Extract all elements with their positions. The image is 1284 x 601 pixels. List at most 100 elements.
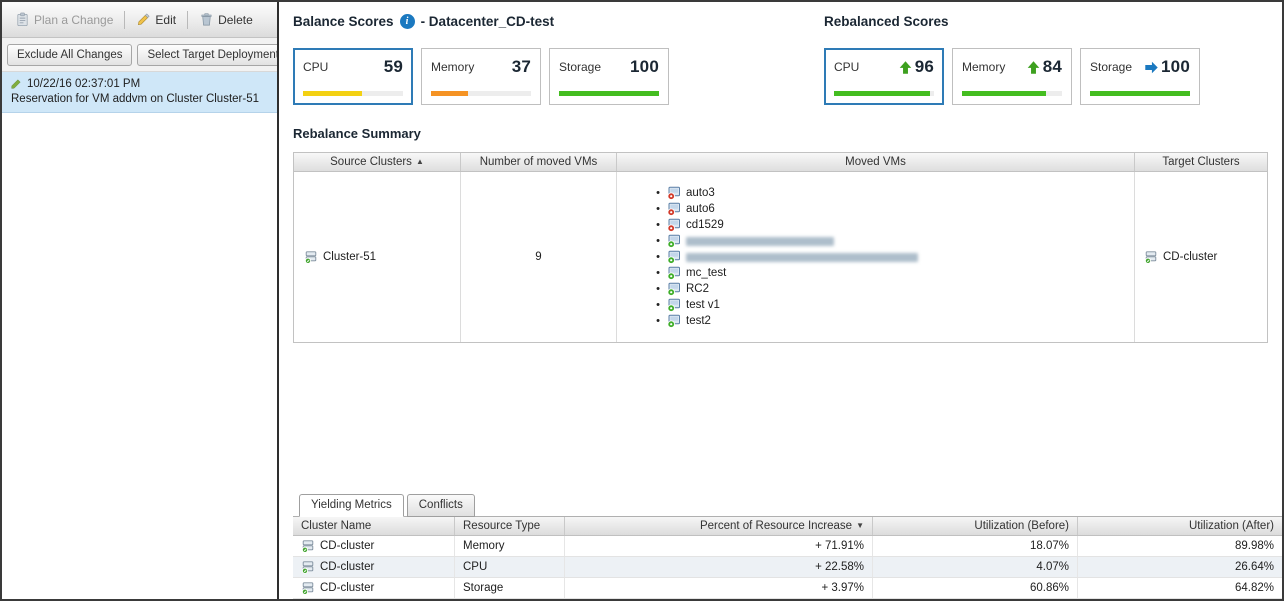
summary-table-row[interactable]: Cluster-51 9 • auto3 • auto6 bbox=[294, 172, 1267, 342]
rebalance-summary-table: Source Clusters ▲ Number of moved VMs Mo… bbox=[293, 152, 1268, 343]
vm-icon bbox=[667, 298, 681, 312]
card-label: CPU bbox=[834, 60, 859, 74]
card-label: Storage bbox=[559, 60, 601, 74]
rebalanced-score-cards: CPU 96 Memory 84 bbox=[824, 48, 1200, 106]
column-header-moved-vms[interactable]: Moved VMs bbox=[617, 153, 1135, 171]
metrics-tabs: Yielding Metrics Conflicts bbox=[279, 494, 1282, 517]
app-window: Plan a Change Edit Delete Exclude All Ch… bbox=[0, 0, 1284, 601]
vm-name: auto3 bbox=[686, 187, 715, 199]
score-bar-track bbox=[1090, 91, 1190, 96]
redacted-vm-name bbox=[686, 237, 834, 246]
vm-name: auto6 bbox=[686, 203, 715, 215]
vm-icon bbox=[667, 186, 681, 200]
edit-button[interactable]: Edit bbox=[129, 8, 183, 31]
card-label: Storage bbox=[1090, 60, 1132, 74]
delete-button[interactable]: Delete bbox=[192, 8, 260, 31]
score-cards-row: CPU 59 Memory 37 bbox=[279, 48, 1282, 106]
vm-icon bbox=[667, 282, 681, 296]
plan-a-change-button[interactable]: Plan a Change bbox=[8, 8, 120, 31]
column-header-source-clusters[interactable]: Source Clusters ▲ bbox=[294, 153, 461, 171]
percent-increase-cell: + 22.58% bbox=[565, 557, 873, 577]
column-header-target-clusters[interactable]: Target Clusters bbox=[1135, 153, 1267, 171]
utilization-before-cell: 4.07% bbox=[873, 557, 1078, 577]
sidebar: Plan a Change Edit Delete Exclude All Ch… bbox=[2, 2, 279, 599]
balance-scores-header: Balance Scores i - Datacenter_CD-test bbox=[293, 14, 824, 29]
moved-vms-cell: • auto3 • auto6 • cd1529 bbox=[617, 172, 1135, 342]
card-label: Memory bbox=[962, 60, 1005, 74]
cluster-name-cell: CD-cluster bbox=[293, 557, 455, 577]
change-description: Reservation for VM addvm on Cluster Clus… bbox=[10, 93, 269, 105]
card-value: 84 bbox=[1043, 57, 1062, 77]
vm-icon bbox=[667, 202, 681, 216]
balance-cpu-card[interactable]: CPU 59 bbox=[293, 48, 413, 105]
vm-list-item: • auto3 bbox=[654, 185, 1134, 201]
toolbar-separator bbox=[124, 11, 125, 29]
resource-type-cell: Storage bbox=[455, 578, 565, 598]
plan-a-change-label: Plan a Change bbox=[34, 13, 113, 27]
scores-header: Balance Scores i - Datacenter_CD-test Re… bbox=[279, 11, 1282, 31]
score-bar bbox=[1090, 91, 1190, 96]
card-value: 100 bbox=[1161, 57, 1190, 77]
tab-yielding-metrics[interactable]: Yielding Metrics bbox=[299, 494, 404, 517]
vm-list-item: • test v1 bbox=[654, 297, 1134, 313]
vm-icon bbox=[667, 266, 681, 280]
column-header-resource-type[interactable]: Resource Type bbox=[455, 517, 565, 535]
trash-icon bbox=[199, 12, 214, 27]
vm-list-item: • auto6 bbox=[654, 201, 1134, 217]
cluster-name: CD-cluster bbox=[320, 540, 374, 552]
cluster-name: CD-cluster bbox=[320, 561, 374, 573]
metrics-row[interactable]: CD-cluster CPU + 22.58% 4.07% 26.64% bbox=[293, 557, 1282, 578]
vm-list-item: • RC2 bbox=[654, 281, 1134, 297]
change-list: 10/22/16 02:37:01 PM Reservation for VM … bbox=[2, 72, 277, 599]
vm-icon bbox=[667, 314, 681, 328]
column-header-utilization-before[interactable]: Utilization (Before) bbox=[873, 517, 1078, 535]
score-bar bbox=[559, 91, 659, 96]
datacenter-subtitle: - Datacenter_CD-test bbox=[421, 14, 555, 29]
change-list-item-selected[interactable]: 10/22/16 02:37:01 PM Reservation for VM … bbox=[2, 72, 277, 113]
utilization-before-cell: 18.07% bbox=[873, 536, 1078, 556]
metrics-row[interactable]: CD-cluster Memory + 71.91% 18.07% 89.98% bbox=[293, 536, 1282, 557]
cluster-icon bbox=[1144, 250, 1158, 264]
sidebar-toolbar: Plan a Change Edit Delete bbox=[2, 2, 277, 38]
cluster-name: CD-cluster bbox=[320, 582, 374, 594]
rebalanced-memory-card[interactable]: Memory 84 bbox=[952, 48, 1072, 105]
vm-name: mc_test bbox=[686, 267, 726, 279]
cluster-icon bbox=[301, 539, 315, 553]
redacted-vm-name bbox=[686, 253, 918, 262]
rebalanced-cpu-card[interactable]: CPU 96 bbox=[824, 48, 944, 105]
column-header-cluster-name[interactable]: Cluster Name bbox=[293, 517, 455, 535]
tab-conflicts[interactable]: Conflicts bbox=[407, 494, 475, 517]
vm-name: test2 bbox=[686, 315, 711, 327]
change-icon bbox=[10, 77, 23, 90]
arrow-up-icon bbox=[898, 60, 913, 75]
vm-list-item: • cd1529 bbox=[654, 217, 1134, 233]
column-header-utilization-after[interactable]: Utilization (After) bbox=[1078, 517, 1282, 535]
score-bar bbox=[303, 91, 362, 96]
metrics-table-header: Cluster Name Resource Type Percent of Re… bbox=[293, 517, 1282, 536]
vm-list-item: • test2 bbox=[654, 313, 1134, 329]
rebalance-summary-title: Rebalance Summary bbox=[293, 126, 1282, 141]
rebalanced-storage-card[interactable]: Storage 100 bbox=[1080, 48, 1200, 105]
balance-storage-card[interactable]: Storage 100 bbox=[549, 48, 669, 105]
score-bar-track bbox=[962, 91, 1062, 96]
card-value: 59 bbox=[384, 57, 403, 77]
card-label: Memory bbox=[431, 60, 474, 74]
info-icon[interactable]: i bbox=[400, 14, 415, 29]
utilization-after-cell: 64.82% bbox=[1078, 578, 1282, 598]
score-bar-track bbox=[559, 91, 659, 96]
metrics-row[interactable]: CD-cluster Storage + 3.97% 60.86% 64.82% bbox=[293, 578, 1282, 599]
target-cluster-cell: CD-cluster bbox=[1135, 172, 1267, 342]
edit-label: Edit bbox=[155, 13, 176, 27]
target-cluster-name: CD-cluster bbox=[1163, 251, 1217, 263]
column-header-moved-count[interactable]: Number of moved VMs bbox=[461, 153, 617, 171]
score-bar-track bbox=[303, 91, 403, 96]
percent-increase-cell: + 71.91% bbox=[565, 536, 873, 556]
resource-type-cell: CPU bbox=[455, 557, 565, 577]
exclude-all-changes-button[interactable]: Exclude All Changes bbox=[7, 44, 132, 66]
rebalanced-scores-title: Rebalanced Scores bbox=[824, 14, 949, 29]
card-value: 100 bbox=[630, 57, 659, 77]
score-bar-track bbox=[431, 91, 531, 96]
balance-memory-card[interactable]: Memory 37 bbox=[421, 48, 541, 105]
select-target-deployment-button[interactable]: Select Target Deployment Da bbox=[137, 44, 277, 66]
column-header-percent-increase[interactable]: Percent of Resource Increase ▼ bbox=[565, 517, 873, 535]
